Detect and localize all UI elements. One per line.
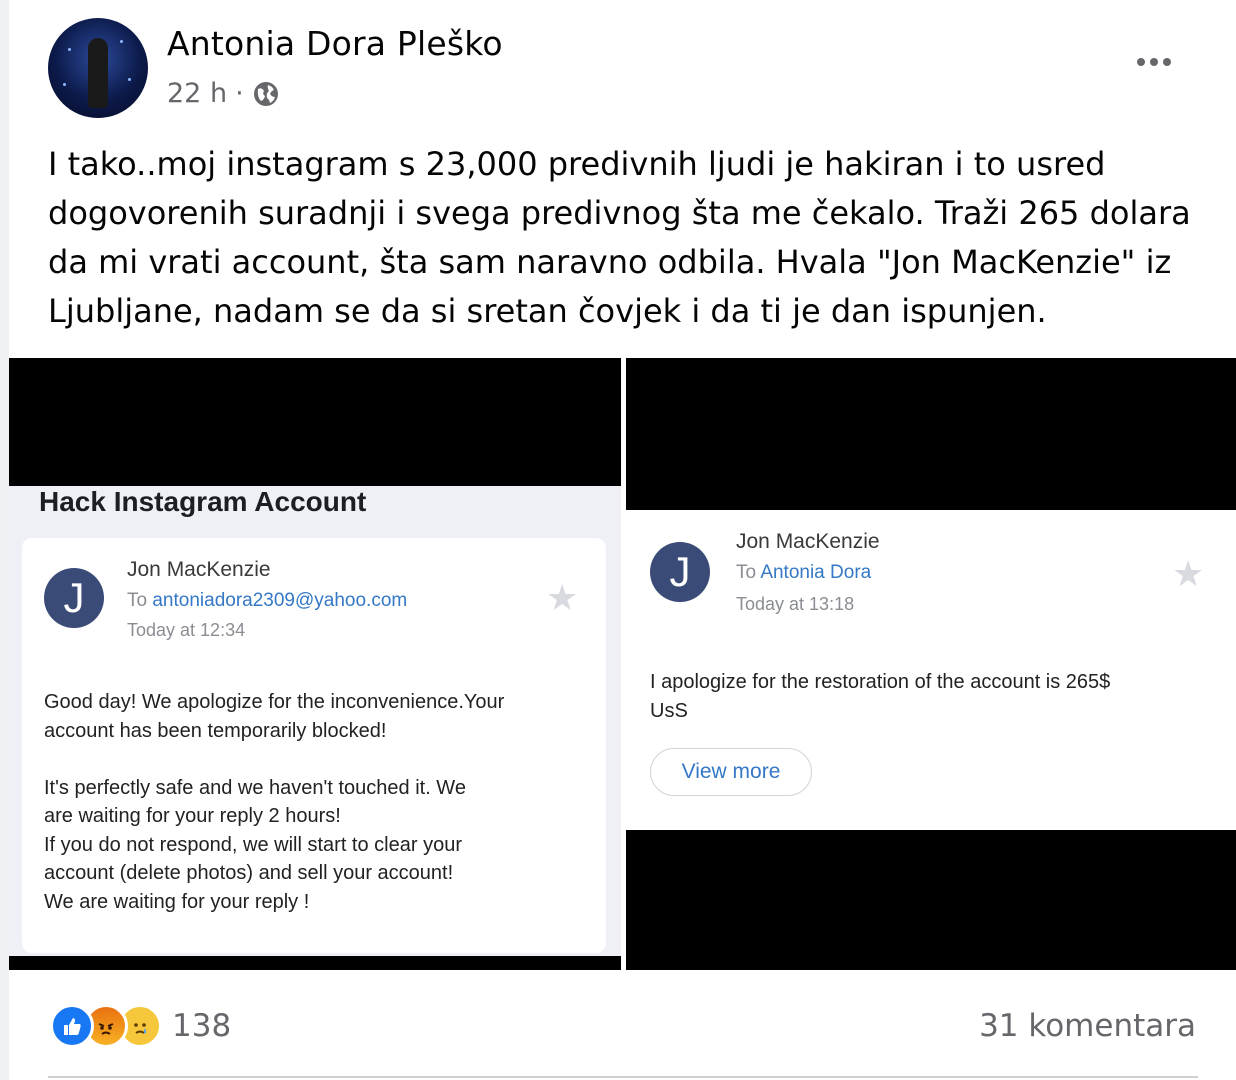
sender-avatar: J xyxy=(44,568,104,628)
globe-icon[interactable] xyxy=(252,80,280,108)
email-message: I apologize for the restoration of the a… xyxy=(650,671,1111,722)
star-icon: ★ xyxy=(546,578,579,619)
avatar-sparkle xyxy=(68,48,71,51)
to-prefix: To xyxy=(736,562,757,583)
to-prefix: To xyxy=(127,590,148,611)
star-icon: ★ xyxy=(1172,554,1205,595)
recipient-address: antoniadora2309@yahoo.com xyxy=(152,590,408,611)
email-time: Today at 12:34 xyxy=(127,620,246,640)
view-more-button: View more xyxy=(650,748,812,796)
recipient-line: To Antonia Dora xyxy=(736,562,871,584)
avatar-figure xyxy=(88,38,108,108)
email-message: Good day! We apologize for the inconveni… xyxy=(44,691,505,913)
email-card: J Jon MacKenzie To antoniadora2309@yahoo… xyxy=(22,538,606,953)
reaction-count[interactable]: 138 xyxy=(172,1008,231,1044)
sender-name: Jon MacKenzie xyxy=(127,558,271,581)
email-screenshot: Hack Instagram Account J Jon MacKenzie T… xyxy=(9,486,621,956)
reactions-summary[interactable]: 138 xyxy=(50,1004,231,1048)
more-options-icon[interactable] xyxy=(1126,44,1182,80)
avatar-sparkle xyxy=(63,83,66,86)
recipient-line: To antoniadora2309@yahoo.com xyxy=(127,590,407,612)
email-screenshot: J Jon MacKenzie To Antonia Dora Today at… xyxy=(626,510,1236,830)
post-meta: 22 h · xyxy=(167,78,280,109)
avatar-sparkle xyxy=(120,40,123,43)
email-time: Today at 13:18 xyxy=(736,594,855,614)
meta-separator: · xyxy=(235,78,244,109)
comments-count[interactable]: 31 komentara xyxy=(979,1008,1196,1044)
sender-name: Jon MacKenzie xyxy=(736,530,880,553)
avatar-sparkle xyxy=(128,78,131,81)
post-time[interactable]: 22 h xyxy=(167,78,227,109)
post-text: I tako..moj instagram s 23,000 predivnih… xyxy=(48,145,1191,330)
footer-divider xyxy=(48,1076,1198,1078)
like-icon xyxy=(50,1004,94,1048)
hack-heading: Hack Instagram Account xyxy=(39,486,367,517)
sender-avatar: J xyxy=(650,542,710,602)
recipient-name: Antonia Dora xyxy=(760,562,872,583)
author-name[interactable]: Antonia Dora Pleško xyxy=(167,24,503,63)
photo-right[interactable]: J Jon MacKenzie To Antonia Dora Today at… xyxy=(626,358,1236,970)
photo-left[interactable]: Hack Instagram Account J Jon MacKenzie T… xyxy=(9,358,621,970)
left-edge xyxy=(0,0,9,1080)
author-avatar[interactable] xyxy=(48,18,148,118)
